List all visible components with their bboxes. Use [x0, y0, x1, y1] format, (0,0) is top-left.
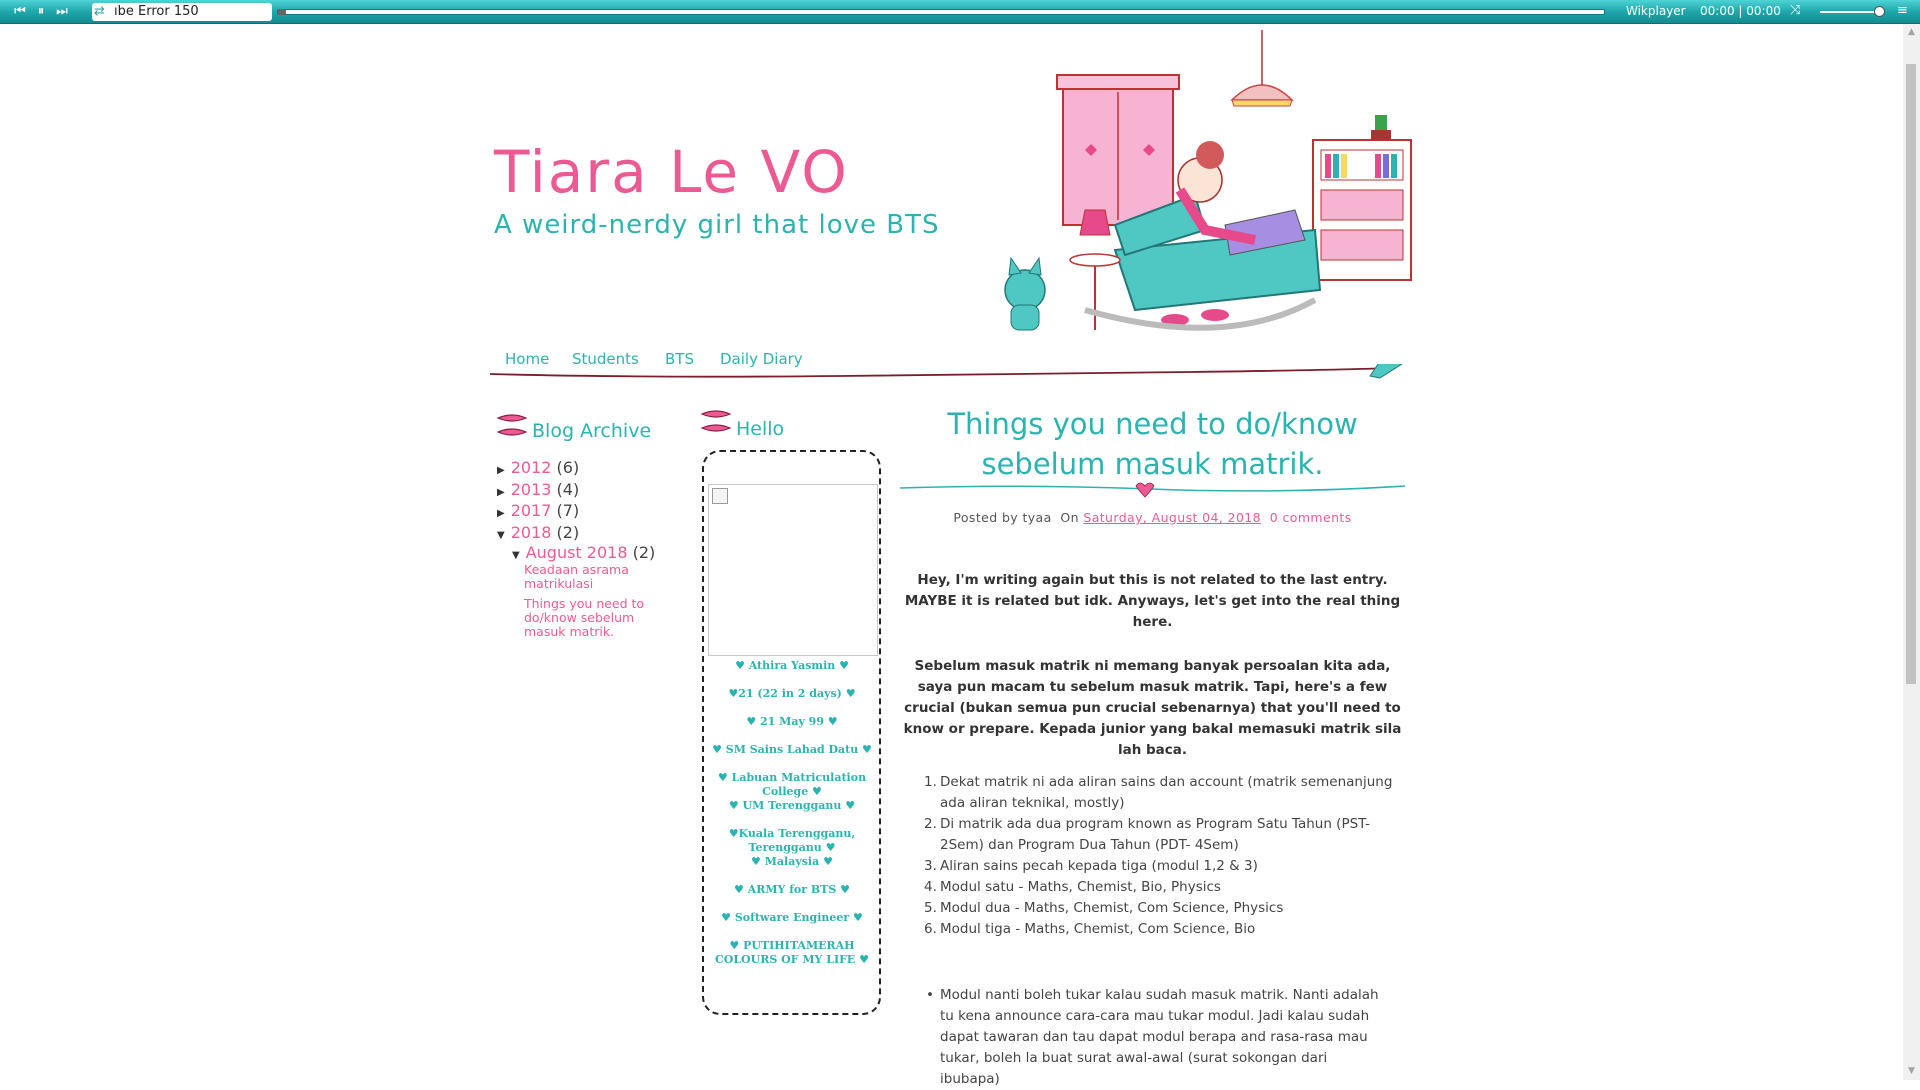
list-item: 6. Modul tiga - Maths, Chemist, Com Scien… — [924, 921, 1256, 937]
list-item: 3. Aliran sains pecah kepada tiga (modul … — [924, 858, 1258, 874]
post-paragraph-1: Hey, I'm writing again but this is not r… — [904, 572, 1401, 630]
next-icon[interactable]: ⏭ — [54, 4, 70, 20]
archive-title: Blog Archive — [532, 420, 652, 442]
collapse-arrow-icon[interactable]: ▼ — [497, 530, 505, 541]
list-item: 5. Modul dua - Maths, Chemist, Com Scienc… — [924, 900, 1284, 916]
prev-icon[interactable]: ⏮ — [12, 4, 28, 20]
collapse-arrow-icon[interactable]: ▼ — [512, 550, 520, 561]
archive-year-2018[interactable]: ▼ 2018 (2) — [497, 523, 579, 542]
repeat-icon[interactable]: ⇄ — [94, 3, 105, 21]
post-comments-link[interactable]: 0 comments — [1270, 510, 1352, 525]
archive-year-2013[interactable]: ▶ 2013 (4) — [497, 480, 579, 499]
header-illustration — [1004, 30, 1412, 331]
list-item: 2. Di matrik ada dua program known as Pro… — [924, 816, 1371, 853]
post-author: Posted by tyaa — [953, 510, 1052, 525]
player-progress-bar[interactable] — [277, 9, 1605, 15]
menu-icon[interactable]: ≡ — [1897, 3, 1908, 18]
player-progress-knob[interactable] — [278, 9, 286, 15]
hello-item: ♥ PUTIHITAMERAH COLOURS OF MY LIFE ♥ — [714, 939, 869, 966]
post-paragraph-2: Sebelum masuk matrik ni memang banyak pe… — [903, 658, 1402, 758]
list-item: • Modul nanti boleh tukar kalau sudah mas… — [926, 987, 1379, 1087]
archive-post-link[interactable]: Keadaan asrama matrikulasi — [524, 563, 654, 591]
blog-description: A weird-nerdy girl that love BTS — [494, 210, 940, 240]
scroll-thumb[interactable] — [1906, 64, 1916, 684]
music-player-bar: ⏮ ⏸ ⏭ ıbe Error 150 ⇄ Wikplayer 00:00 | … — [0, 0, 1920, 24]
pause-icon[interactable]: ⏸ — [33, 4, 49, 20]
post-numbered-list: 1. Dekat matrik ni ada aliran sains dan a… — [924, 772, 1405, 940]
archive-year-2012[interactable]: ▶ 2012 (6) — [497, 458, 579, 477]
hello-item: ♥ UM Terengganu ♥ — [728, 799, 856, 812]
hello-title: Hello — [736, 418, 785, 440]
page-scrollbar[interactable]: ▲ ▼ — [1903, 24, 1920, 1080]
expand-arrow-icon[interactable]: ▶ — [497, 508, 505, 519]
list-item: 1. Dekat matrik ni ada aliran sains dan a… — [924, 774, 1393, 811]
player-time: 00:00 | 00:00 — [1700, 4, 1781, 18]
hello-item: ♥ Malaysia ♥ — [751, 855, 833, 868]
expand-arrow-icon[interactable]: ▶ — [497, 487, 505, 498]
player-name: Wikplayer — [1626, 4, 1686, 18]
hello-item: ♥ 21 May 99 ♥ — [746, 715, 838, 728]
broken-image-icon — [712, 488, 728, 504]
bow-icon — [496, 414, 528, 436]
bow-icon — [700, 410, 732, 432]
post-title[interactable]: Things you need to do/know sebelum masuk… — [900, 404, 1405, 484]
list-item: 4. Modul satu - Maths, Chemist, Bio, Phys… — [924, 879, 1221, 895]
scroll-up-icon[interactable]: ▲ — [1903, 24, 1920, 41]
post-on-label: On — [1060, 510, 1079, 525]
nav-underline — [490, 364, 1403, 379]
archive-post-link[interactable]: Things you need to do/know sebelum masuk… — [524, 597, 654, 639]
hello-item: ♥Kuala Terengganu, Terengganu ♥ — [728, 827, 856, 854]
profile-image — [708, 484, 878, 656]
hello-item: ♥ SM Sains Lahad Datu ♥ — [712, 743, 872, 756]
archive-month-august-2018[interactable]: ▼ August 2018 (2) — [512, 543, 655, 562]
hello-item: ♥21 (22 in 2 days) ♥ — [728, 687, 856, 700]
volume-slider[interactable] — [1820, 11, 1882, 13]
post-date-link[interactable]: Saturday, August 04, 2018 — [1083, 510, 1261, 525]
scroll-down-icon[interactable]: ▼ — [1903, 1063, 1920, 1080]
player-track-title: ıbe Error 150 — [92, 3, 272, 21]
hello-item: ♥ Software Engineer ♥ — [721, 911, 863, 924]
volume-knob[interactable] — [1874, 6, 1885, 17]
post-meta: Posted by tyaa On Saturday, August 04, 2… — [900, 510, 1405, 525]
hello-item: ♥ Labuan Matriculation College ♥ — [717, 771, 867, 798]
shuffle-icon[interactable]: ⤨ — [1790, 3, 1800, 18]
post-bullet-list: • Modul nanti boleh tukar kalau sudah mas… — [926, 985, 1385, 1090]
post-title-divider — [900, 482, 1405, 498]
hello-item: ♥ Athira Yasmin ♥ — [735, 659, 849, 672]
archive-year-2017[interactable]: ▶ 2017 (7) — [497, 501, 579, 520]
hello-item: ♥ ARMY for BTS ♥ — [733, 883, 851, 896]
blog-title[interactable]: Tiara Le VO — [494, 138, 849, 206]
expand-arrow-icon[interactable]: ▶ — [497, 465, 505, 476]
